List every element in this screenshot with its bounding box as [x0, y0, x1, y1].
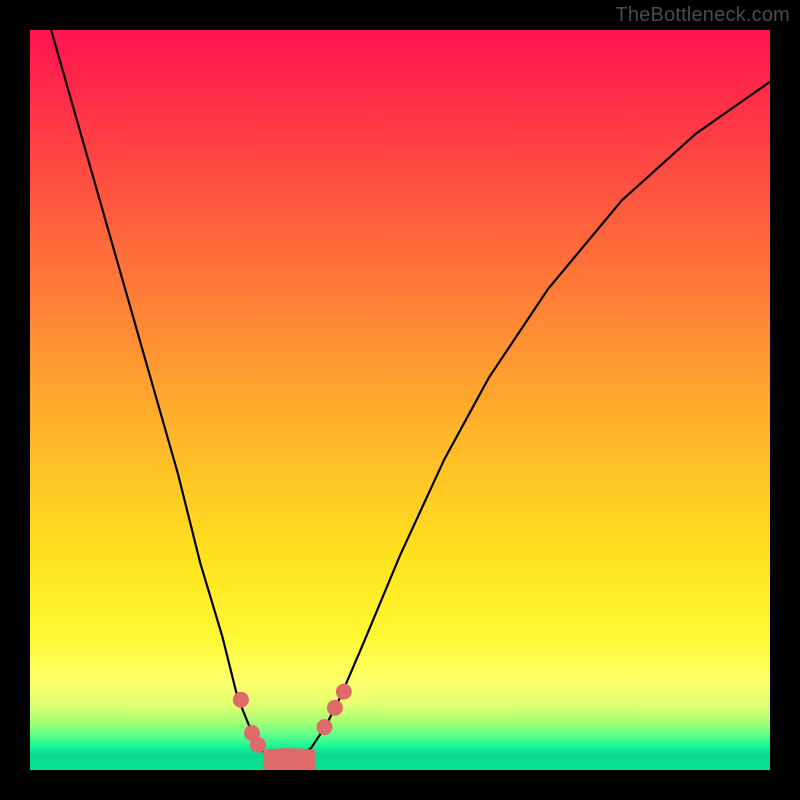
curve-marker: [317, 719, 333, 735]
minimum-lobe: [263, 748, 315, 770]
curve-marker: [336, 684, 352, 700]
chart-frame: TheBottleneck.com: [0, 0, 800, 800]
curve-marker: [250, 737, 266, 753]
plot-area: [30, 30, 770, 770]
bottleneck-curve: [30, 30, 770, 761]
curve-marker: [327, 700, 343, 716]
curve-marker: [233, 692, 249, 708]
attribution-text: TheBottleneck.com: [615, 4, 790, 27]
curve-markers: [233, 684, 352, 753]
bottleneck-curve-svg: [30, 30, 770, 770]
